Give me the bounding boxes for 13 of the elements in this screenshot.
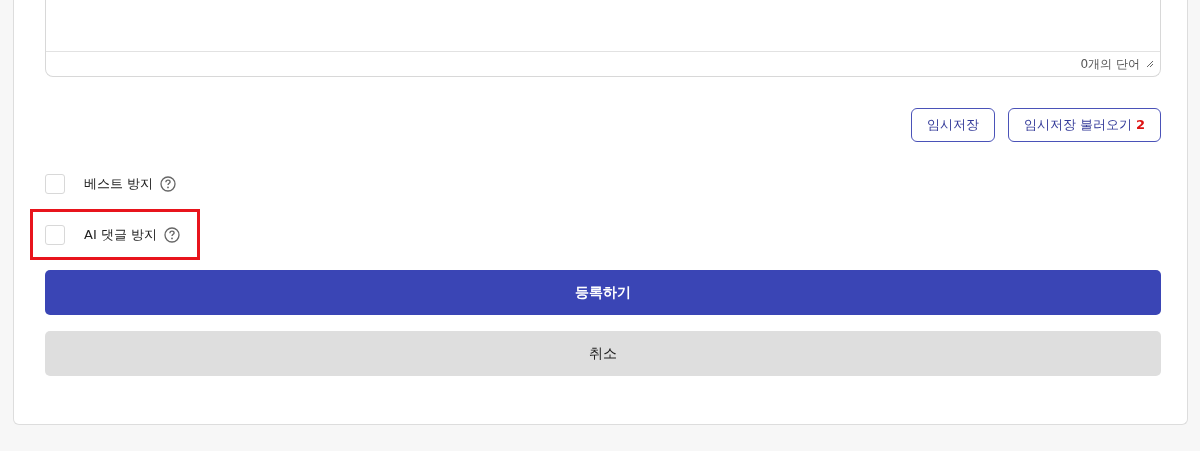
help-icon[interactable] — [164, 226, 180, 243]
text-editor[interactable]: 0개의 단어 — [45, 0, 1161, 77]
resize-handle-icon[interactable] — [1146, 60, 1154, 68]
option-label: AI 댓글 방지 — [84, 225, 157, 244]
draft-button[interactable]: 임시저장 불러오기 2 — [1007, 108, 1161, 142]
help-icon[interactable] — [160, 175, 177, 192]
draft-button[interactable]: 임시저장 — [910, 108, 995, 142]
cancel-button[interactable]: 취소 — [45, 331, 1161, 376]
checkbox[interactable] — [45, 224, 65, 245]
option-label: 베스트 방지 — [84, 174, 154, 193]
word-count: 0개의 단어 — [1080, 55, 1140, 73]
checkbox[interactable] — [45, 173, 65, 194]
submit-button[interactable]: 등록하기 — [45, 270, 1161, 315]
